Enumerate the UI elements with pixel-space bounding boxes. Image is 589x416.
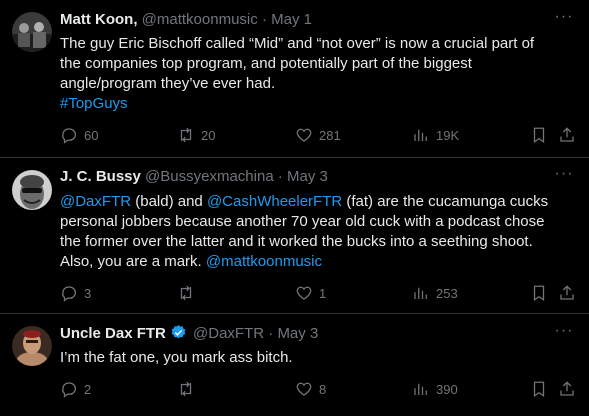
- like-button[interactable]: 281: [295, 124, 341, 146]
- heart-icon: [296, 128, 312, 142]
- tweet-line: the former over the latter and it worked…: [60, 233, 533, 250]
- reply-count: 60: [84, 127, 99, 143]
- tweet-line: The guy Eric Bischoff called “Mid” and “…: [60, 35, 535, 52]
- view-count: 390: [436, 381, 458, 397]
- tweet-text: I’m the fat one, you mark ass bitch.: [60, 348, 575, 368]
- tweet-line: the companies top program, and potential…: [60, 55, 472, 72]
- like-button[interactable]: 8: [295, 378, 326, 400]
- view-count: 253: [436, 285, 458, 301]
- tweet-text-segment: Also, you are a mark.: [60, 253, 206, 270]
- more-options-icon[interactable]: ···: [553, 166, 575, 187]
- author-name[interactable]: Matt Koon,: [60, 11, 137, 28]
- avatar[interactable]: [12, 326, 52, 366]
- tweet-header: J. C. Bussy @Bussyexmachina · May 3: [60, 167, 328, 187]
- retweet-button[interactable]: 20: [177, 124, 215, 146]
- tweet-line: personal jobbers because another 70 year…: [60, 213, 545, 230]
- author-name[interactable]: J. C. Bussy: [60, 168, 141, 185]
- tweet-date[interactable]: May 3: [287, 168, 328, 185]
- mention-link[interactable]: @mattkoonmusic: [206, 253, 322, 270]
- tweet-actions: 60 20 281 19K: [60, 124, 580, 146]
- tweet-actions: 3 1 253: [60, 282, 580, 304]
- reply-button[interactable]: 3: [60, 282, 91, 304]
- author-name[interactable]: Uncle Dax FTR: [60, 325, 166, 342]
- more-options-icon[interactable]: ···: [553, 9, 575, 30]
- analytics-icon: [414, 129, 427, 141]
- analytics-icon: [414, 383, 427, 395]
- retweet-icon: [180, 127, 192, 143]
- avatar[interactable]: [12, 170, 52, 210]
- avatar[interactable]: [12, 12, 52, 52]
- bookmark-icon: [533, 381, 545, 397]
- avatar-image-icon: [12, 326, 52, 366]
- hashtag-link[interactable]: #TopGuys: [60, 94, 575, 114]
- avatar-image-icon: [12, 170, 52, 210]
- divider: [0, 313, 589, 314]
- tweet-text: The guy Eric Bischoff called “Mid” and “…: [60, 34, 575, 114]
- retweet-icon: [180, 285, 192, 301]
- separator: ·: [277, 168, 283, 185]
- heart-icon: [296, 382, 312, 396]
- view-count: 19K: [436, 127, 460, 143]
- tweet-date[interactable]: May 3: [277, 325, 318, 342]
- author-handle[interactable]: @mattkoonmusic: [142, 11, 258, 28]
- share-icon: [560, 127, 574, 142]
- reply-count: 3: [84, 285, 92, 301]
- share-icon: [560, 381, 574, 396]
- bookmark-button[interactable]: [530, 124, 548, 146]
- tweet-line: Also, you are a mark. @mattkoonmusic: [60, 252, 575, 272]
- more-options-icon[interactable]: ···: [553, 323, 575, 344]
- tweet-line: I’m the fat one, you mark ass bitch.: [60, 349, 293, 366]
- tweet-header: Matt Koon, @mattkoonmusic · May 1: [60, 10, 312, 30]
- bookmark-icon: [533, 127, 545, 143]
- like-count: 281: [319, 127, 341, 143]
- reply-icon: [62, 128, 77, 144]
- tweet-text-segment: (fat) are the cucamunga cucks: [342, 193, 549, 210]
- analytics-icon: [414, 287, 427, 299]
- reply-icon: [62, 286, 77, 302]
- mention-link[interactable]: @DaxFTR: [60, 193, 131, 210]
- author-handle[interactable]: @Bussyexmachina: [145, 168, 274, 185]
- views-button[interactable]: 19K: [412, 124, 459, 146]
- reply-button[interactable]: 2: [60, 378, 91, 400]
- bookmark-button[interactable]: [530, 282, 548, 304]
- tweet-date[interactable]: May 1: [271, 11, 312, 28]
- like-count: 8: [319, 381, 327, 397]
- tweet-line: angle/program they’ve ever had.: [60, 75, 276, 92]
- share-button[interactable]: [558, 282, 576, 304]
- reply-button[interactable]: 60: [60, 124, 98, 146]
- retweet-button[interactable]: [177, 378, 201, 400]
- bookmark-button[interactable]: [530, 378, 548, 400]
- share-button[interactable]: [558, 378, 576, 400]
- tweet-text-segment: (bald) and: [131, 193, 207, 210]
- mention-link[interactable]: @CashWheelerFTR: [207, 193, 342, 210]
- retweet-count: 20: [201, 127, 216, 143]
- like-count: 1: [319, 285, 327, 301]
- share-icon: [560, 285, 574, 300]
- heart-icon: [296, 286, 312, 300]
- bookmark-icon: [533, 285, 545, 301]
- author-handle[interactable]: @DaxFTR: [193, 325, 264, 342]
- views-button[interactable]: 390: [412, 378, 458, 400]
- like-button[interactable]: 1: [295, 282, 326, 304]
- views-button[interactable]: 253: [412, 282, 458, 304]
- separator: ·: [261, 11, 267, 28]
- verified-badge-icon[interactable]: [170, 324, 187, 341]
- tweet-header: Uncle Dax FTR @DaxFTR · May 3: [60, 324, 318, 344]
- reply-count: 2: [84, 381, 92, 397]
- tweet-text: @DaxFTR (bald) and @CashWheelerFTR (fat)…: [60, 192, 575, 272]
- separator: ·: [268, 325, 274, 342]
- share-button[interactable]: [558, 124, 576, 146]
- avatar-image-icon: [12, 12, 52, 52]
- divider: [0, 157, 589, 158]
- retweet-button[interactable]: [177, 282, 201, 304]
- retweet-icon: [180, 381, 192, 397]
- tweet-actions: 2 8 390: [60, 378, 580, 400]
- tweet-line: @DaxFTR (bald) and @CashWheelerFTR (fat)…: [60, 192, 575, 212]
- reply-icon: [62, 382, 77, 398]
